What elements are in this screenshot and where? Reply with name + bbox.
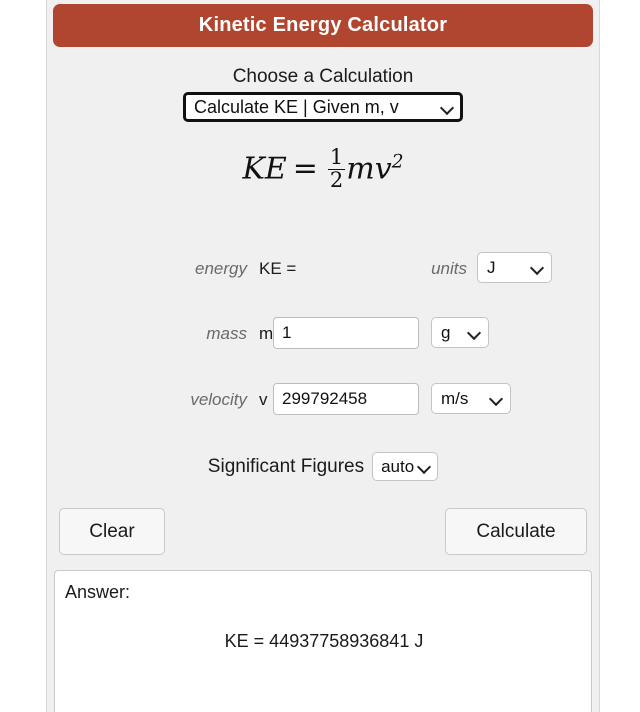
chevron-down-icon bbox=[468, 326, 481, 339]
calculate-button-label: Calculate bbox=[476, 520, 556, 542]
answer-label: Answer: bbox=[65, 582, 131, 602]
clear-button-label: Clear bbox=[89, 520, 135, 542]
calculator-page: Kinetic Energy Calculator Choose a Calcu… bbox=[0, 0, 640, 712]
mass-units-select[interactable]: g bbox=[431, 317, 489, 348]
mass-units-value: g bbox=[441, 322, 451, 342]
significant-figures-value: auto bbox=[381, 456, 415, 476]
chevron-down-icon bbox=[531, 261, 544, 274]
formula-lhs: KE bbox=[242, 151, 287, 187]
answer-panel: Answer: KE = 44937758936841 J bbox=[54, 570, 592, 712]
page-title: Kinetic Energy Calculator bbox=[198, 14, 448, 36]
calculator-panel: Kinetic Energy Calculator Choose a Calcu… bbox=[46, 0, 600, 712]
formula-display: KE = 1 2 mv2 bbox=[47, 145, 599, 193]
energy-name-label: energy bbox=[195, 259, 247, 278]
velocity-units-value: m/s bbox=[441, 388, 469, 408]
answer-result: KE = 44937758936841 J bbox=[224, 631, 424, 651]
formula-fraction: 12 bbox=[327, 145, 346, 192]
velocity-input-value: 299792458 bbox=[282, 389, 368, 408]
clear-button[interactable]: Clear bbox=[59, 508, 165, 555]
calculate-button[interactable]: Calculate bbox=[445, 508, 587, 555]
significant-figures-select[interactable]: auto bbox=[372, 452, 439, 481]
formula-equals: = bbox=[292, 151, 318, 187]
mass-row: mass m = 1 g bbox=[47, 317, 599, 351]
calculation-select[interactable]: Calculate KE | Given m, v bbox=[183, 92, 463, 122]
formula-rhs-exponent: 2 bbox=[391, 151, 404, 173]
velocity-row: velocity v = 299792458 m/s bbox=[47, 383, 599, 417]
formula-denominator: 2 bbox=[327, 167, 346, 192]
energy-units-select[interactable]: J bbox=[477, 252, 552, 283]
formula-numerator: 1 bbox=[329, 145, 344, 169]
energy-row: energy KE = units J bbox=[47, 252, 599, 286]
chevron-down-icon bbox=[418, 460, 431, 473]
significant-figures-label: Significant Figures bbox=[207, 455, 365, 477]
mass-input[interactable]: 1 bbox=[273, 317, 419, 349]
velocity-units-select[interactable]: m/s bbox=[431, 383, 511, 414]
mass-input-value: 1 bbox=[282, 323, 292, 342]
calculation-select-value: Calculate KE | Given m, v bbox=[194, 96, 399, 117]
velocity-input[interactable]: 299792458 bbox=[273, 383, 419, 415]
mass-name-label: mass bbox=[206, 324, 247, 343]
app-header: Kinetic Energy Calculator bbox=[53, 4, 593, 47]
chevron-down-icon bbox=[441, 101, 454, 114]
energy-units-word: units bbox=[431, 259, 467, 278]
energy-units-value: J bbox=[487, 257, 496, 277]
formula-rhs-base: mv bbox=[346, 151, 392, 187]
chevron-down-icon bbox=[490, 392, 503, 405]
choose-calculation-label: Choose a Calculation bbox=[232, 66, 414, 87]
significant-figures-row: Significant Figures auto bbox=[47, 452, 599, 481]
velocity-name-label: velocity bbox=[190, 390, 247, 409]
energy-var-label: KE = bbox=[259, 259, 297, 278]
